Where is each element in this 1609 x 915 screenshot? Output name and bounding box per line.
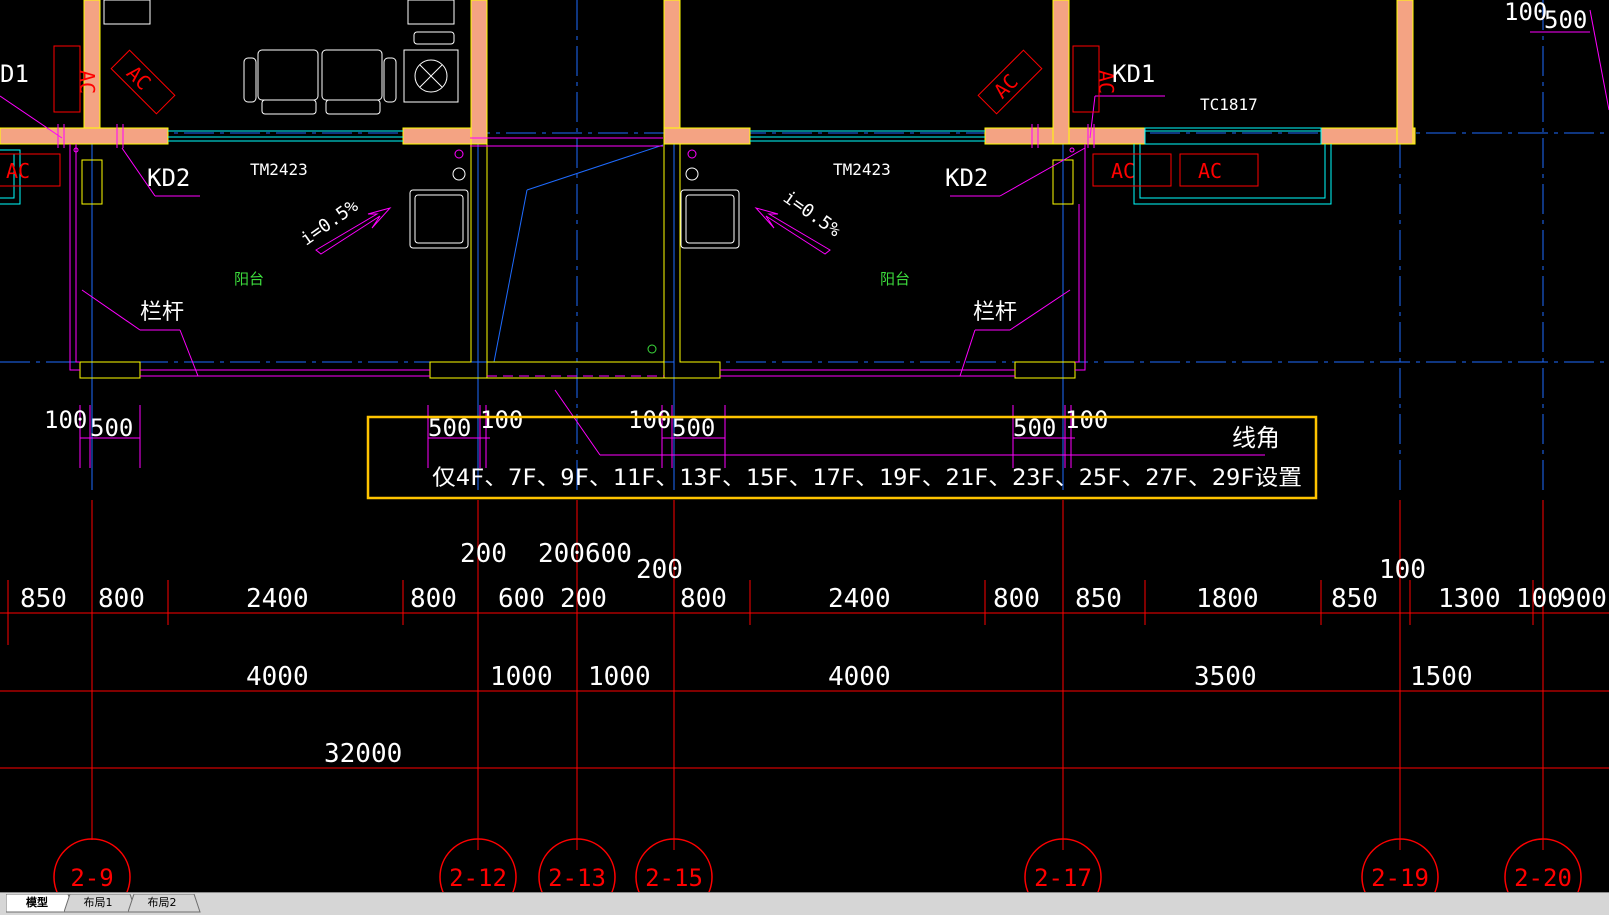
label-railing-right: 栏杆 — [973, 300, 1017, 325]
dim-row1: 800 — [680, 584, 727, 614]
layout-tab-bar: 模型 布局1 布局2 — [0, 892, 1609, 915]
dim-100-top: 100 — [1504, 0, 1547, 26]
dim-row1: 1300 — [1438, 584, 1501, 614]
tab-layout1-label: 布局1 — [83, 896, 113, 909]
axis-label: 2-17 — [1034, 864, 1092, 892]
tab-model-label: 模型 — [26, 896, 48, 909]
label-kd2-right: KD2 — [945, 164, 988, 192]
ac-tag: AC — [6, 159, 30, 183]
label-railing-left: 栏杆 — [140, 300, 184, 325]
dim-100-a: 100 — [44, 406, 87, 434]
ac-tag: AC — [1198, 159, 1222, 183]
label-balcony-left: 阳台 — [234, 270, 264, 288]
tab-layout2-label: 布局2 — [147, 896, 177, 909]
upper-dim-200-a: 200 — [460, 539, 507, 569]
dim-row1: 850 — [20, 584, 67, 614]
axis-label: 2-20 — [1514, 864, 1572, 892]
upper-dim-200600: 200600 — [538, 539, 632, 569]
dim-row1: 800 — [410, 584, 457, 614]
dim-100-c: 100 — [628, 406, 671, 434]
dim-row1: 2400 — [246, 584, 309, 614]
axis-label: 2-19 — [1371, 864, 1429, 892]
note-line2: 仅4F、7F、9F、11F、13F、15F、17F、19F、21F、23F、25… — [432, 466, 1302, 491]
axis-label: 2-15 — [645, 864, 703, 892]
label-kd1: KD1 — [1112, 60, 1155, 88]
label-tm-left: TM2423 — [250, 160, 308, 179]
dim-row2: 4000 — [246, 662, 309, 692]
ac-tag: AC — [1111, 159, 1135, 183]
dim-row2: 3500 — [1194, 662, 1257, 692]
dim-500-a: 500 — [90, 414, 133, 442]
label-tm-right: TM2423 — [833, 160, 891, 179]
note-line1: 线角 — [1232, 424, 1280, 452]
axis-label: 2-13 — [548, 864, 606, 892]
tab-layout1[interactable]: 布局1 — [64, 894, 137, 913]
dim-row1: 800 — [993, 584, 1040, 614]
cad-drawing-canvas[interactable]: AC AC AC AC AC AC AC D1 KD1 KD2 KD2 TM24… — [0, 0, 1609, 892]
dim-row1: 850 — [1331, 584, 1378, 614]
ac-tag: AC — [75, 70, 99, 94]
tab-layout2[interactable]: 布局2 — [128, 894, 201, 913]
axis-label: 2-12 — [449, 864, 507, 892]
dim-row1: 1800 — [1196, 584, 1259, 614]
dim-total: 32000 — [324, 739, 402, 769]
dim-row1: 900 — [1560, 584, 1607, 614]
dim-row1: 800 — [98, 584, 145, 614]
dim-row1: 100 — [1516, 584, 1563, 614]
dim-row1: 850 — [1075, 584, 1122, 614]
label-kd2-left: KD2 — [147, 164, 190, 192]
tab-model[interactable]: 模型 — [6, 894, 75, 913]
dim-row2: 1000 — [588, 662, 651, 692]
dim-row2: 1000 — [490, 662, 553, 692]
axis-label: 2-9 — [70, 864, 113, 892]
dim-row1: 600 — [498, 584, 545, 614]
dim-row2: 1500 — [1410, 662, 1473, 692]
label-d1: D1 — [0, 60, 29, 88]
upper-dim-100: 100 — [1379, 555, 1426, 585]
dim-100-b: 100 — [480, 406, 523, 434]
dim-500-top: 500 — [1544, 6, 1587, 34]
dim-row1: 200 — [560, 584, 607, 614]
label-tc: TC1817 — [1200, 95, 1258, 114]
dim-row2: 4000 — [828, 662, 891, 692]
dim-row1: 2400 — [828, 584, 891, 614]
label-balcony-right: 阳台 — [880, 270, 910, 288]
dim-100-d: 100 — [1065, 406, 1108, 434]
upper-dim-200-b: 200 — [636, 555, 683, 585]
